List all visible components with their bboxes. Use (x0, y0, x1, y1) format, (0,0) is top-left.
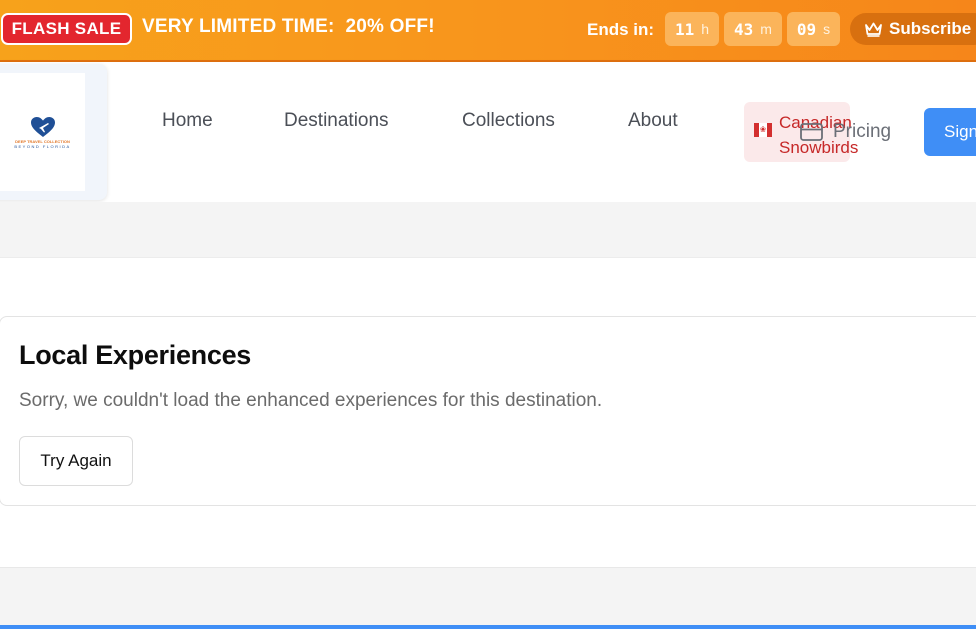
canada-flag-icon: ❀ (754, 123, 772, 137)
local-experiences-title: Local Experiences (19, 340, 252, 370)
sign-in-button[interactable]: Sign (924, 108, 976, 156)
site-header: DEEP TRAVEL COLLECTION BEYOND FLORIDA Ho… (0, 62, 976, 202)
countdown-seconds: 09 s (787, 12, 840, 46)
credit-card-icon (800, 123, 823, 146)
flash-sale-badge: FLASH SALE (1, 13, 132, 45)
section-spacer-bottom (0, 567, 976, 625)
nav-about[interactable]: About (628, 110, 678, 132)
nav-collections[interactable]: Collections (462, 110, 555, 132)
countdown-label: Ends in: (587, 20, 655, 39)
logo-card[interactable]: DEEP TRAVEL COLLECTION BEYOND FLORIDA (0, 64, 107, 200)
site-logo[interactable]: DEEP TRAVEL COLLECTION BEYOND FLORIDA (0, 73, 85, 191)
countdown-seconds-value: 09 (796, 19, 817, 39)
countdown-hours-unit: h (701, 21, 710, 37)
try-again-button[interactable]: Try Again (19, 436, 133, 486)
subscribe-label: Subscribe (889, 19, 972, 38)
countdown-minutes-value: 43 (734, 19, 754, 39)
promo-text: VERY LIMITED TIME: 20% OFF! (142, 16, 435, 37)
section-spacer-top (0, 202, 976, 257)
nav-home[interactable]: Home (162, 110, 213, 132)
error-message: Sorry, we couldn't load the enhanced exp… (19, 390, 603, 411)
subscribe-button[interactable]: Subscribe (850, 13, 976, 45)
countdown-seconds-unit: s (823, 21, 831, 37)
countdown-minutes: 43 m (724, 12, 782, 46)
crown-icon (864, 21, 883, 37)
countdown-minutes-unit: m (760, 21, 772, 37)
countdown-hours: 11 h (665, 12, 719, 46)
footer (0, 629, 976, 636)
nav-destinations[interactable]: Destinations (284, 110, 389, 132)
nav-pricing[interactable]: Pricing (833, 121, 891, 143)
flash-sale-banner: FLASH SALE VERY LIMITED TIME: 20% OFF! E… (0, 0, 976, 62)
heart-plane-icon (30, 116, 56, 138)
logo-text-line2: BEYOND FLORIDA (14, 143, 71, 149)
countdown-hours-value: 11 (674, 19, 695, 39)
